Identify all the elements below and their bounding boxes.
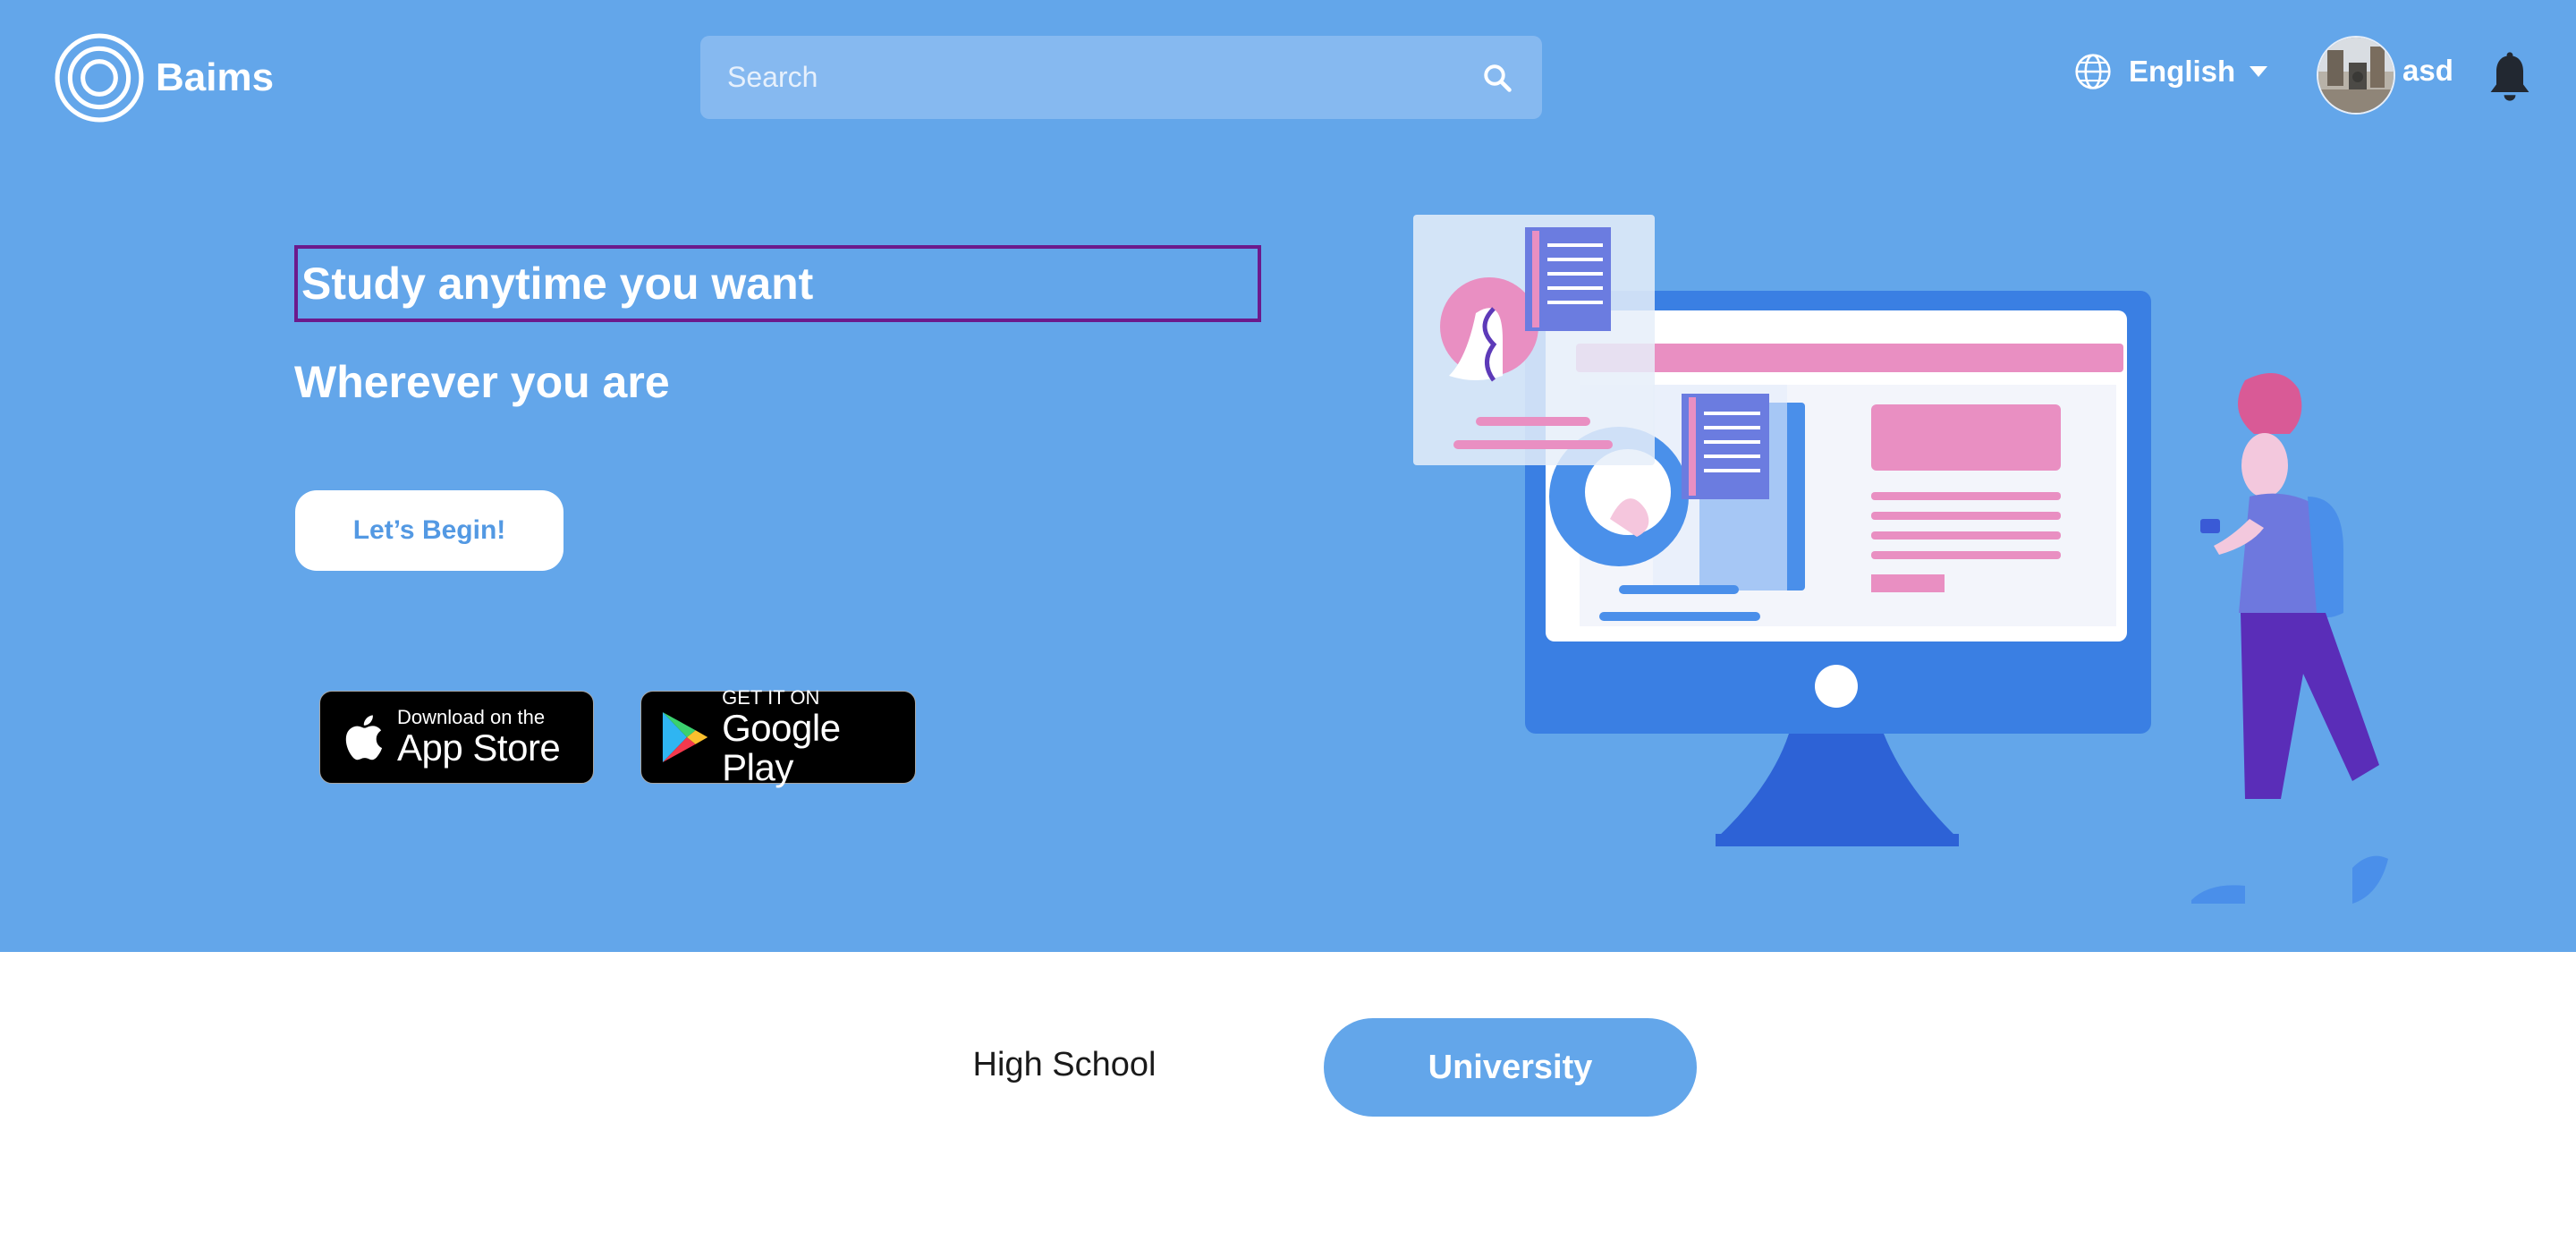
- google-play-small-label: GET IT ON: [722, 686, 820, 709]
- notifications-button[interactable]: [2487, 52, 2533, 106]
- google-play-big-label: Google Play: [722, 707, 841, 788]
- google-play-button[interactable]: GET IT ON Google Play: [640, 687, 916, 787]
- chevron-down-icon: [2250, 66, 2268, 77]
- app-store-small-label: Download on the: [397, 706, 546, 728]
- search-input[interactable]: [700, 36, 1470, 119]
- google-play-text: GET IT ON Google Play: [722, 687, 915, 787]
- baims-logo-icon: [55, 33, 144, 123]
- search-button[interactable]: [1470, 51, 1524, 105]
- app-store-button[interactable]: Download on the App Store: [319, 691, 594, 784]
- app-store-big-label: App Store: [397, 726, 561, 769]
- headline-box: Study anytime you want: [294, 245, 1261, 322]
- search-icon: [1484, 64, 1512, 92]
- search-bar: [700, 36, 1542, 119]
- hero-subheadline: Wherever you are: [294, 357, 670, 407]
- hero-illustration: [1413, 215, 2388, 904]
- apple-icon: [345, 715, 383, 760]
- hero-section: Baims English: [0, 0, 2576, 952]
- app-store-text: Download on the App Store: [397, 706, 561, 769]
- language-selector[interactable]: English: [2073, 52, 2269, 91]
- google-play-icon: [662, 711, 708, 763]
- lets-begin-button[interactable]: Let’s Begin!: [295, 490, 564, 571]
- globe-icon: [2075, 54, 2111, 89]
- brand-name: Baims: [156, 55, 275, 99]
- bell-icon: [2490, 52, 2529, 101]
- user-menu[interactable]: asd: [2317, 36, 2453, 115]
- hero-headline: Study anytime you want: [301, 259, 814, 309]
- user-name: asd: [2402, 54, 2453, 87]
- language-label: English: [2129, 55, 2236, 88]
- brand-logo[interactable]: Baims: [54, 32, 274, 123]
- avatar: [2317, 36, 2395, 115]
- tab-university[interactable]: University: [1324, 1018, 1697, 1117]
- tab-high-school[interactable]: High School: [930, 1020, 1199, 1109]
